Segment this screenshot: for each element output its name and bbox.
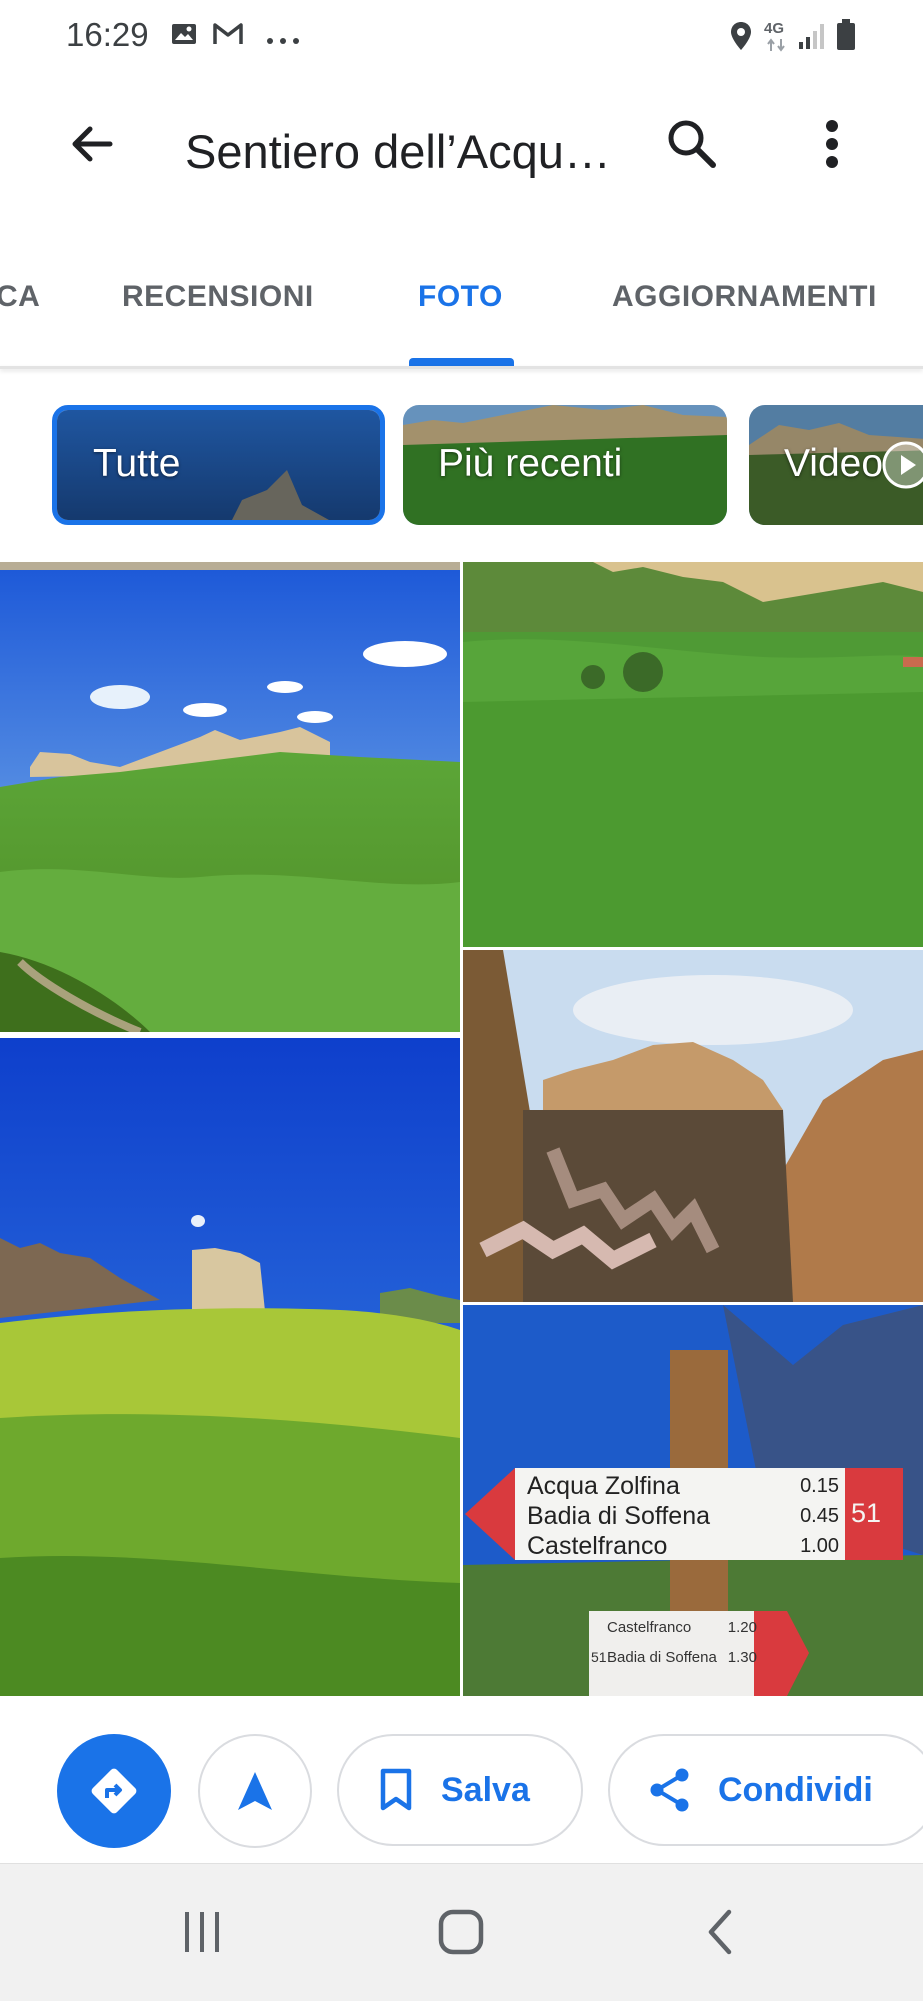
share-button[interactable]: Condividi [608, 1734, 923, 1846]
sign-row: Acqua Zolfina 0.15 [527, 1472, 847, 1501]
sign-value: 1.30 [727, 1649, 757, 1666]
back-chevron-icon [708, 1909, 732, 1955]
battery-icon [835, 18, 857, 57]
sign-place: Castelfranco [527, 1532, 668, 1560]
tab-panoramica[interactable]: CA [0, 280, 40, 314]
sign-value: 1.00 [800, 1535, 839, 1557]
directions-button[interactable] [57, 1734, 171, 1848]
photo-trail-sign[interactable]: Acqua Zolfina 0.15 Badia di Soffena 0.45… [463, 1305, 923, 1696]
recent-apps-icon [185, 1912, 219, 1952]
overflow-menu-icon [826, 120, 838, 168]
system-navigation-bar [0, 1863, 923, 2001]
tab-recensioni[interactable]: RECENSIONI [122, 280, 314, 314]
sign-trail-number: 51 [591, 1649, 607, 1665]
sign-row: Badia di Soffena 1.30 [607, 1649, 757, 1666]
play-icon [882, 441, 923, 489]
photo-green-field[interactable] [463, 562, 923, 947]
gmail-icon [212, 20, 244, 53]
more-dots-icon [266, 32, 300, 50]
tabs-divider [0, 366, 923, 369]
trail-sign-lower: Castelfranco 1.20 Badia di Soffena 1.30 … [589, 1605, 809, 1696]
save-button[interactable]: Salva [337, 1734, 583, 1846]
home-icon [438, 1909, 484, 1955]
photo-canyon-badlands[interactable] [463, 950, 923, 1302]
filter-chip-label: Tutte [93, 442, 181, 485]
photo-meadow-single-rock[interactable] [0, 1038, 460, 1696]
search-button[interactable] [656, 108, 728, 180]
sign-place: Badia di Soffena [527, 1502, 711, 1530]
filter-chip-video[interactable]: Video [749, 405, 923, 525]
sign-row: Badia di Soffena 0.45 [527, 1502, 847, 1531]
sign-row: Castelfranco 1.20 [607, 1619, 757, 1636]
back-button[interactable] [56, 108, 128, 180]
share-label: Condividi [718, 1770, 873, 1809]
tab-bar: CA RECENSIONI FOTO AGGIORNAMENTI [0, 260, 923, 366]
filter-chip-piu-recenti[interactable]: Più recenti [403, 405, 727, 525]
signal-icon [798, 22, 828, 55]
search-icon [668, 120, 716, 168]
trail-sign-main: Acqua Zolfina 0.15 Badia di Soffena 0.45… [465, 1468, 903, 1560]
page-title: Sentiero dell’Acqu… [185, 125, 611, 178]
filter-chip-label: Più recenti [438, 442, 623, 485]
filter-chip-tutte[interactable]: Tutte [52, 405, 385, 525]
action-bar: Salva Condividi [0, 1700, 923, 1860]
bookmark-icon [380, 1768, 412, 1811]
sign-place: Castelfranco [607, 1619, 692, 1636]
sign-value: 0.15 [800, 1475, 839, 1497]
network-type: 4G [764, 20, 785, 37]
back-arrow-icon [72, 126, 113, 162]
home-button[interactable] [428, 1904, 494, 1960]
sign-value: 1.20 [727, 1619, 757, 1636]
image-icon [170, 20, 198, 53]
data-arrows-icon [766, 38, 786, 57]
save-label: Salva [441, 1770, 530, 1809]
navigation-arrow-icon [238, 1772, 272, 1810]
photo-meadow-rocks[interactable] [0, 562, 460, 1032]
status-bar: 16:29 4G [0, 0, 923, 72]
share-icon [650, 1768, 689, 1812]
sign-row: Castelfranco 1.00 [527, 1532, 847, 1561]
back-nav-button[interactable] [690, 1904, 750, 1960]
status-time: 16:29 [66, 16, 149, 53]
overflow-menu-button[interactable] [796, 108, 868, 180]
active-tab-indicator [409, 358, 514, 366]
sign-place: Badia di Soffena [607, 1649, 717, 1666]
directions-icon [91, 1768, 137, 1814]
start-navigation-button[interactable] [198, 1734, 312, 1848]
recent-apps-button[interactable] [172, 1904, 232, 1960]
location-icon [728, 20, 754, 57]
filter-chip-label: Video [784, 442, 884, 485]
tab-foto[interactable]: FOTO [418, 280, 503, 314]
sign-place: Acqua Zolfina [527, 1472, 680, 1500]
sign-trail-number: 51 [851, 1498, 882, 1528]
sign-value: 0.45 [800, 1505, 839, 1527]
tab-aggiornamenti[interactable]: AGGIORNAMENTI [612, 280, 877, 314]
